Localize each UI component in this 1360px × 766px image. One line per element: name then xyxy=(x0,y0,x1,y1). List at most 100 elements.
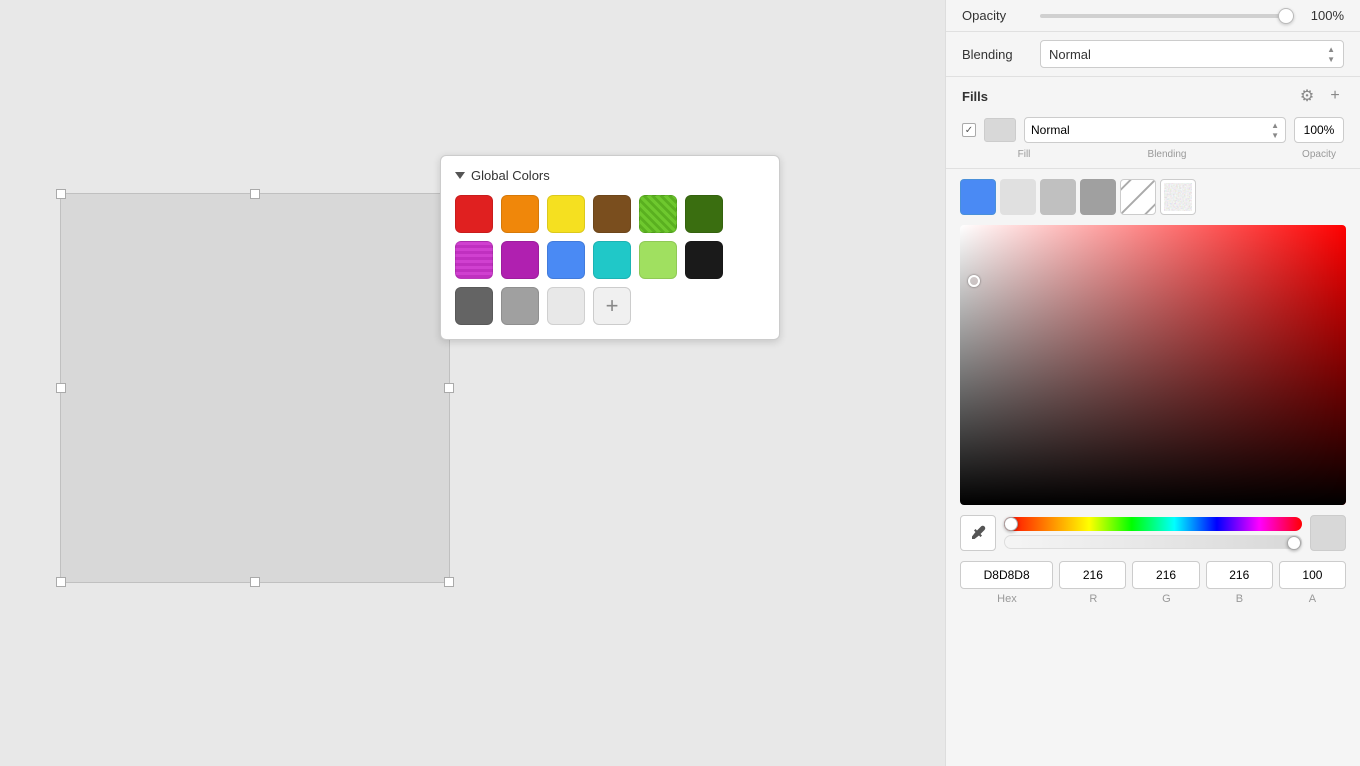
hex-input[interactable]: D8D8D8 xyxy=(960,561,1053,589)
r-value: 216 xyxy=(1083,568,1103,582)
opacity-slider[interactable] xyxy=(1040,14,1294,18)
r-input[interactable]: 216 xyxy=(1059,561,1126,589)
fill-label-fill: Fill xyxy=(1008,149,1040,160)
fill-label-blending: Blending xyxy=(1048,149,1286,160)
fill-blending-stepper[interactable]: ▲ ▼ xyxy=(1271,121,1279,140)
fill-stepper-up-icon: ▲ xyxy=(1271,121,1279,130)
a-value: 100 xyxy=(1302,568,1322,582)
color-swatch-darkgreen[interactable] xyxy=(685,195,723,233)
handle-mr[interactable] xyxy=(444,383,454,393)
color-gradient-picker[interactable] xyxy=(960,225,1346,505)
fill-type-angular[interactable] xyxy=(1080,179,1116,215)
g-value: 216 xyxy=(1156,568,1176,582)
fill-blending-select[interactable]: Normal ▲ ▼ xyxy=(1024,117,1286,143)
color-grid: + xyxy=(455,195,765,325)
fills-header: Fills ⚙ + xyxy=(946,77,1360,113)
sliders-container xyxy=(1004,517,1302,549)
right-panel: Opacity 100% Blending Normal ▲ ▼ Fills ⚙… xyxy=(945,0,1360,766)
g-label: G xyxy=(1133,593,1200,605)
color-swatch-brown[interactable] xyxy=(593,195,631,233)
blending-label: Blending xyxy=(962,47,1032,62)
fills-add-button[interactable]: + xyxy=(1326,87,1344,105)
r-label: R xyxy=(1060,593,1127,605)
color-swatch-orange[interactable] xyxy=(501,195,539,233)
color-result-preview xyxy=(1310,515,1346,551)
global-colors-title: Global Colors xyxy=(471,168,550,183)
color-swatch-purple-pattern[interactable] xyxy=(455,241,493,279)
fill-label-opacity: Opacity xyxy=(1294,149,1344,160)
handle-ml[interactable] xyxy=(56,383,66,393)
color-swatch-lightgray[interactable] xyxy=(547,287,585,325)
hex-value: D8D8D8 xyxy=(984,568,1030,582)
fills-section: Fills ⚙ + Normal ▲ ▼ 100% Fill xyxy=(946,77,1360,169)
color-swatch-darkgray[interactable] xyxy=(455,287,493,325)
handle-bm[interactable] xyxy=(250,577,260,587)
hue-slider-thumb[interactable] xyxy=(1004,517,1018,531)
fill-type-flat[interactable] xyxy=(960,179,996,215)
fill-type-linear[interactable] xyxy=(1000,179,1036,215)
fill-checkbox[interactable] xyxy=(962,123,976,137)
opacity-slider-thumb[interactable] xyxy=(1278,8,1294,24)
eyedropper-button[interactable] xyxy=(960,515,996,551)
color-gradient-bg xyxy=(960,225,1346,505)
color-swatch-blue[interactable] xyxy=(547,241,585,279)
selected-shape[interactable] xyxy=(60,193,450,583)
stepper-up-icon: ▲ xyxy=(1327,45,1335,54)
color-swatch-purple[interactable] xyxy=(501,241,539,279)
color-gradient-dark-overlay xyxy=(960,225,1346,505)
noise-pattern-icon xyxy=(1164,183,1192,211)
blending-select[interactable]: Normal ▲ ▼ xyxy=(1040,40,1344,68)
alpha-slider[interactable] xyxy=(1004,535,1302,549)
color-swatch-cyan[interactable] xyxy=(593,241,631,279)
canvas-area: Global Colors + xyxy=(0,0,945,766)
alpha-slider-thumb[interactable] xyxy=(1287,536,1301,550)
blending-row: Blending Normal ▲ ▼ xyxy=(946,32,1360,77)
b-input[interactable]: 216 xyxy=(1206,561,1273,589)
b-value: 216 xyxy=(1229,568,1249,582)
g-input[interactable]: 216 xyxy=(1132,561,1199,589)
opacity-value: 100% xyxy=(1302,8,1344,23)
blending-select-value: Normal xyxy=(1049,47,1091,62)
fill-type-hatch[interactable] xyxy=(1120,179,1156,215)
hex-label: Hex xyxy=(960,593,1054,605)
opacity-label: Opacity xyxy=(962,8,1032,23)
eyedropper-icon xyxy=(969,524,987,542)
handle-tm[interactable] xyxy=(250,189,260,199)
color-swatch-lime[interactable] xyxy=(639,195,677,233)
a-input[interactable]: 100 xyxy=(1279,561,1346,589)
fill-row: Normal ▲ ▼ 100% xyxy=(946,113,1360,149)
value-labels-row: Hex R G B A xyxy=(960,593,1346,605)
color-gradient-cursor[interactable] xyxy=(968,275,980,287)
blending-stepper[interactable]: ▲ ▼ xyxy=(1327,45,1335,64)
collapse-triangle-icon[interactable] xyxy=(455,172,465,179)
fill-color-preview[interactable] xyxy=(984,118,1016,142)
fill-labels-row: Fill Blending Opacity xyxy=(946,149,1360,168)
fills-gear-button[interactable]: ⚙ xyxy=(1298,87,1316,105)
color-swatch-yellow[interactable] xyxy=(547,195,585,233)
fill-opacity-value[interactable]: 100% xyxy=(1294,117,1344,143)
hue-slider[interactable] xyxy=(1004,517,1302,531)
sliders-row xyxy=(960,515,1346,551)
color-swatch-black[interactable] xyxy=(685,241,723,279)
color-swatch-gray[interactable] xyxy=(501,287,539,325)
opacity-row: Opacity 100% xyxy=(946,0,1360,32)
add-color-button[interactable]: + xyxy=(593,287,631,325)
color-swatch-lightgreen[interactable] xyxy=(639,241,677,279)
fill-type-radial[interactable] xyxy=(1040,179,1076,215)
fills-actions: ⚙ + xyxy=(1298,87,1344,105)
color-swatch-red[interactable] xyxy=(455,195,493,233)
fill-type-row xyxy=(960,179,1346,215)
handle-br[interactable] xyxy=(444,577,454,587)
fill-blending-value: Normal xyxy=(1031,123,1070,137)
global-colors-popup: Global Colors + xyxy=(440,155,780,340)
hatch-pattern-icon xyxy=(1121,180,1155,214)
a-label: A xyxy=(1279,593,1346,605)
color-picker-section: D8D8D8 216 216 216 100 Hex R G B A xyxy=(946,169,1360,766)
stepper-down-icon: ▼ xyxy=(1327,55,1335,64)
handle-tl[interactable] xyxy=(56,189,66,199)
values-row: D8D8D8 216 216 216 100 xyxy=(960,561,1346,589)
handle-bl[interactable] xyxy=(56,577,66,587)
global-colors-header: Global Colors xyxy=(455,168,765,183)
fill-type-noise[interactable] xyxy=(1160,179,1196,215)
fill-stepper-down-icon: ▼ xyxy=(1271,131,1279,140)
